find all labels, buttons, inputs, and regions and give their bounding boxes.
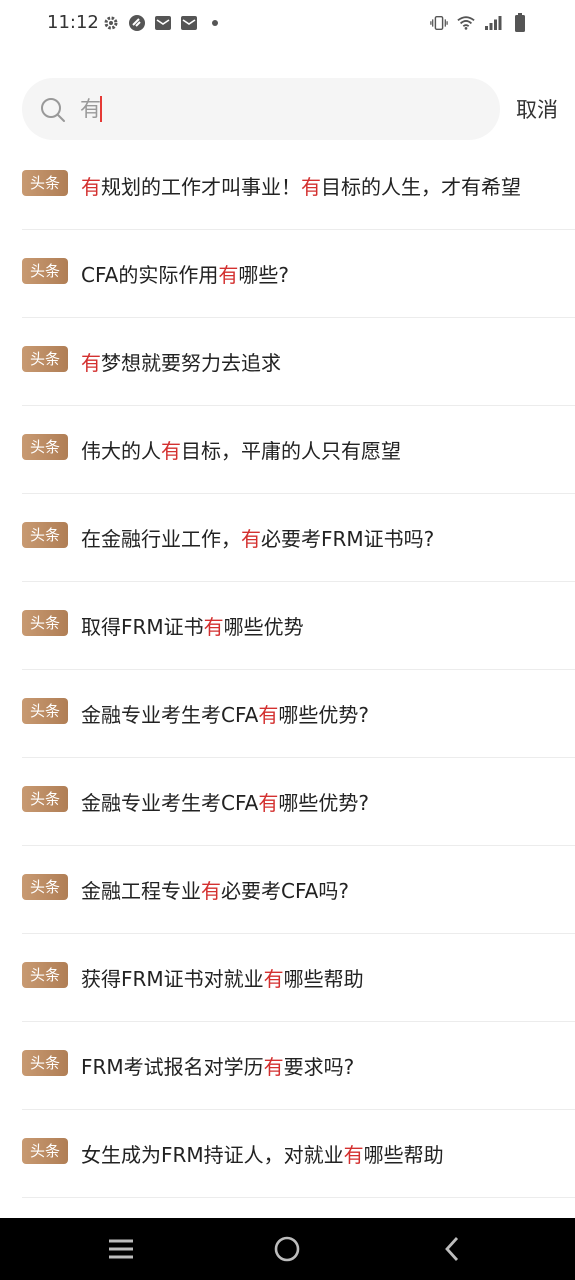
- headline-badge: 头条: [22, 874, 68, 900]
- back-icon[interactable]: [422, 1218, 482, 1280]
- result-title: 金融专业考生考CFA有哪些优势?: [81, 703, 369, 727]
- headline-badge: 头条: [22, 1138, 68, 1164]
- mail-icon: [154, 14, 172, 32]
- signal-icon: [484, 14, 502, 32]
- list-item[interactable]: 头条 金融专业考生考CFA有哪些优势?: [0, 758, 575, 846]
- result-title: 取得FRM证书有哪些优势: [81, 615, 304, 639]
- list-item[interactable]: 头条 女生成为FRM持证人，对就业有哪些帮助: [0, 1110, 575, 1198]
- list-item[interactable]: 头条 FRM考试报名对学历有要求吗?: [0, 1022, 575, 1110]
- result-title: 有规划的工作才叫事业！有目标的人生，才有希望: [81, 175, 521, 199]
- list-item[interactable]: 头条 有梦想就要努力去追求: [0, 318, 575, 406]
- headline-badge: 头条: [22, 346, 68, 372]
- list-item[interactable]: 头条 在金融行业工作，有必要考FRM证书吗?: [0, 494, 575, 582]
- status-left-icons: [102, 14, 224, 32]
- result-title: 伟大的人有目标，平庸的人只有愿望: [81, 439, 401, 463]
- system-nav-bar: [0, 1218, 575, 1280]
- list-item[interactable]: 头条 金融专业考生考CFA有哪些优势?: [0, 670, 575, 758]
- cancel-button[interactable]: 取消: [516, 96, 558, 124]
- status-right-icons: [430, 13, 529, 32]
- status-bar: 11:12: [0, 0, 575, 48]
- result-title: FRM考试报名对学历有要求吗?: [81, 1055, 355, 1079]
- wifi-icon: [457, 14, 475, 32]
- list-item[interactable]: 头条 金融工程专业有必要考CFA吗?: [0, 846, 575, 934]
- text-cursor: [100, 96, 102, 122]
- list-item[interactable]: 头条 获得FRM证书对就业有哪些帮助: [0, 934, 575, 1022]
- home-icon[interactable]: [257, 1218, 317, 1280]
- result-title: 获得FRM证书对就业有哪些帮助: [81, 967, 364, 991]
- search-box[interactable]: 有: [22, 78, 500, 140]
- list-item[interactable]: 头条 有规划的工作才叫事业！有目标的人生，才有希望: [0, 142, 575, 230]
- result-title: CFA的实际作用有哪些?: [81, 263, 289, 287]
- dot-icon: [206, 14, 224, 32]
- headline-badge: 头条: [22, 698, 68, 724]
- headline-badge: 头条: [22, 434, 68, 460]
- result-title: 金融专业考生考CFA有哪些优势?: [81, 791, 369, 815]
- search-results-list: 头条 有规划的工作才叫事业！有目标的人生，才有希望 头条 CFA的实际作用有哪些…: [0, 142, 575, 1198]
- headline-badge: 头条: [22, 170, 68, 196]
- gear-icon: [102, 14, 120, 32]
- headline-badge: 头条: [22, 1050, 68, 1076]
- headline-badge: 头条: [22, 786, 68, 812]
- search-icon: [40, 97, 66, 123]
- vibrate-icon: [430, 14, 448, 32]
- search-input[interactable]: 有: [80, 95, 101, 123]
- vpn-icon: [128, 14, 146, 32]
- battery-icon: [511, 13, 529, 32]
- headline-badge: 头条: [22, 962, 68, 988]
- mail-icon: [180, 14, 198, 32]
- menu-icon[interactable]: [91, 1218, 151, 1280]
- headline-badge: 头条: [22, 258, 68, 284]
- headline-badge: 头条: [22, 610, 68, 636]
- result-title: 女生成为FRM持证人，对就业有哪些帮助: [81, 1143, 444, 1167]
- headline-badge: 头条: [22, 522, 68, 548]
- result-title: 金融工程专业有必要考CFA吗?: [81, 879, 349, 903]
- list-item[interactable]: 头条 取得FRM证书有哪些优势: [0, 582, 575, 670]
- result-title: 在金融行业工作，有必要考FRM证书吗?: [81, 527, 435, 551]
- status-time: 11:12: [47, 12, 99, 33]
- result-title: 有梦想就要努力去追求: [81, 351, 281, 375]
- list-item[interactable]: 头条 CFA的实际作用有哪些?: [0, 230, 575, 318]
- list-item[interactable]: 头条 伟大的人有目标，平庸的人只有愿望: [0, 406, 575, 494]
